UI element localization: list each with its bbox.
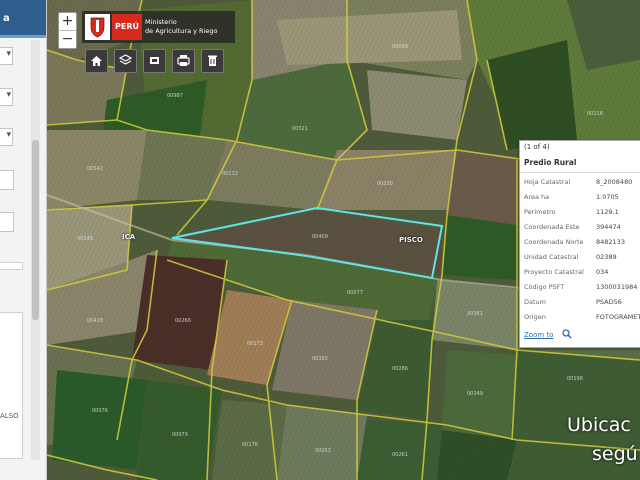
popup-attr-label: Perimetro [524,208,556,216]
zoom-out-button[interactable]: − [59,31,76,48]
scrollbar-thumb[interactable] [32,140,39,320]
popup-attr-value: FOTOGRAMETRIA [596,313,640,321]
chevron-down-icon: ▾ [6,130,11,140]
popup-attr-value: 1.0705 [596,193,619,201]
popup-attr-value: 034 [596,268,609,276]
svg-text:00149: 00149 [467,391,483,397]
caption-overlay-line-2: segú [592,443,638,465]
clear-button[interactable] [201,49,224,73]
dropdown-2[interactable]: ▾ [0,88,13,106]
panel-scrollbar[interactable] [31,40,40,460]
input-field-2[interactable] [0,212,14,232]
basemap-button[interactable] [143,49,166,73]
panel-box-1 [0,262,23,270]
panel-box-2 [0,312,23,459]
popup-attr-value: 1129.1 [596,208,619,216]
popup-title: Predio Rural [524,158,577,167]
popup-attr-label: Coordenada Este [524,223,580,231]
peru-flag-label: PERÚ [112,14,142,40]
home-icon [91,56,102,66]
popup-attr-label: Proyecto Catastral [524,268,584,276]
svg-text:00218: 00218 [587,111,603,117]
left-panel-header-label: a [3,13,10,24]
popup-divider [520,172,640,173]
svg-text:00418: 00418 [87,318,103,324]
map-label-pisco: PISCO [399,236,423,244]
svg-text:00099: 00099 [392,44,408,50]
chevron-down-icon: ▾ [6,90,11,100]
ministry-header: PERÚ Ministerio de Agricultura y Riego [82,11,235,43]
svg-text:00198: 00198 [567,376,583,382]
svg-text:00286: 00286 [392,366,408,372]
header-divider [0,35,46,38]
ministry-line-1: Ministerio [145,18,177,26]
popup-attr-label: Origen [524,313,546,321]
zoom-in-button[interactable]: + [59,13,76,31]
svg-text:00987: 00987 [167,93,183,99]
caption-overlay-line-1: Ubicac [567,414,631,436]
trash-icon [208,55,217,66]
popup-attr-value: PSAD56 [596,298,622,306]
svg-text:00361: 00361 [467,311,483,317]
popup-attr-label: Código PSFT [524,283,565,291]
print-icon [177,55,190,66]
svg-text:00266: 00266 [175,318,191,324]
left-panel: a ▾ ▾ ▾ ALSO [0,0,47,480]
svg-text:00178: 00178 [242,442,258,448]
input-field-1[interactable] [0,170,14,190]
popup-attr-label: Hoja Catastral [524,178,571,186]
zoom-control: + − [58,12,77,49]
popup-attr-value: 8_2008480 [596,178,633,186]
chevron-down-icon: ▾ [6,49,11,59]
popup-attr-label: Datum [524,298,546,306]
svg-text:00253: 00253 [315,448,331,454]
popup-attr-value: 1300031984 [596,283,638,291]
zoom-to-link[interactable]: Zoom to [524,331,553,339]
map-label-ica: ICA [122,233,136,241]
svg-text:00542: 00542 [87,166,103,172]
popup-attr-value: 8482133 [596,238,625,246]
home-button[interactable] [85,49,108,73]
popup-pager[interactable]: (1 of 4) [524,143,550,151]
layers-button[interactable] [114,49,137,73]
coat-of-arms-logo [85,14,110,40]
satellite-map[interactable]: 00987 00321 00099 00542 00112 00230 00145 004… [47,0,640,480]
popup-attr-value: 394474 [596,223,621,231]
dropdown-3[interactable]: ▾ [0,128,13,146]
parcel-info-popup: (1 of 4) Predio Rural Hoja Catastral 8_20… [519,140,640,348]
magnifier-icon[interactable] [562,329,572,339]
svg-text:00409: 00409 [312,234,328,240]
popup-attr-label: Unidad Catastral [524,253,579,261]
left-panel-header: a [0,0,46,38]
popup-attr-label: Area ha [524,193,550,201]
svg-text:00321: 00321 [292,126,308,132]
svg-text:00173: 00173 [247,341,263,347]
svg-text:00577: 00577 [347,290,363,296]
svg-text:00112: 00112 [222,171,238,177]
panel-box-caption: ALSO [0,412,19,420]
svg-text:00355: 00355 [312,356,328,362]
ministry-line-2: de Agricultura y Riego [145,27,218,35]
svg-text:00261: 00261 [392,452,408,458]
ministry-name: Ministerio de Agricultura y Riego [145,18,217,36]
svg-text:00076: 00076 [92,408,108,414]
print-button[interactable] [172,49,195,73]
svg-text:00145: 00145 [77,236,93,242]
popup-attr-label: Coordenada Norte [524,238,584,246]
svg-text:00230: 00230 [377,181,393,187]
popup-attr-value: 02389 [596,253,617,261]
dropdown-1[interactable]: ▾ [0,47,13,65]
svg-text:00079: 00079 [172,432,188,438]
map-icon [150,57,159,64]
layers-icon [118,54,133,65]
